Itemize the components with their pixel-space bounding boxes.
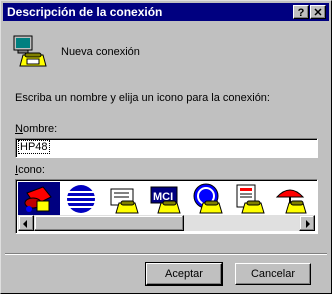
ge-logo-icon[interactable] — [186, 182, 228, 217]
scroll-left-button[interactable] — [18, 215, 34, 231]
icons-row: MCI — [18, 182, 317, 217]
scrollbar-thumb[interactable] — [34, 215, 184, 231]
cancel-button[interactable]: Cancelar — [235, 263, 311, 285]
fax-phone-icon[interactable] — [102, 182, 144, 217]
window-title: Descripción de la conexión — [7, 5, 163, 19]
globe-stripes-icon[interactable] — [60, 182, 102, 217]
document-phone-icon[interactable] — [228, 182, 270, 217]
separator — [5, 253, 327, 255]
name-input[interactable]: HP48 — [15, 138, 318, 158]
mci-logo-icon[interactable]: MCI — [144, 182, 186, 217]
name-input-value: HP48 — [18, 140, 50, 154]
close-icon: ✕ — [313, 7, 323, 19]
scroll-right-button[interactable] — [299, 215, 315, 231]
ok-button[interactable]: Aceptar — [145, 262, 223, 286]
umbrella-phone-icon[interactable] — [270, 182, 312, 217]
red-phone-icon[interactable] — [18, 182, 60, 217]
help-button[interactable]: ? — [293, 5, 309, 19]
name-label: Nombre: — [15, 123, 58, 135]
arrow-left-icon — [23, 220, 27, 228]
instruction-text: Escriba un nombre y elija un icono para … — [15, 92, 270, 104]
arrow-right-icon — [306, 220, 310, 228]
title-bar[interactable]: Descripción de la conexión ? ✕ — [3, 3, 329, 21]
connection-description-dialog: Descripción de la conexión ? ✕ Nueva con… — [0, 0, 332, 294]
icon-label: Icono: — [15, 164, 45, 176]
connection-name: Nueva conexión — [61, 46, 140, 58]
phone-computer-icon — [13, 35, 47, 67]
horizontal-scrollbar[interactable] — [18, 215, 315, 231]
close-button[interactable]: ✕ — [310, 5, 326, 19]
icon-list[interactable]: MCI — [15, 179, 318, 234]
